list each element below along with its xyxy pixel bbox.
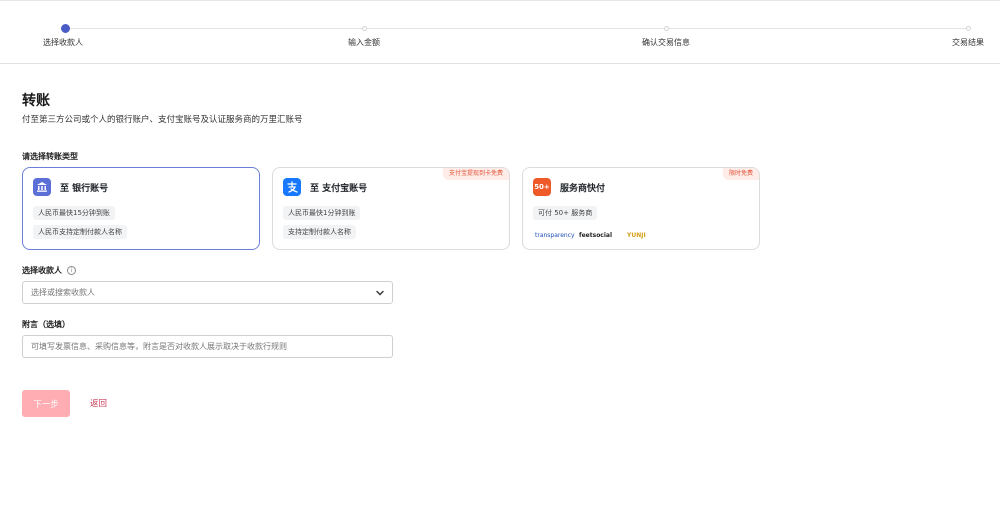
partner-logo-transparency: transparency xyxy=(535,232,575,239)
service-provider-badge: 限时免费 xyxy=(722,168,759,180)
remark-input[interactable] xyxy=(31,336,361,357)
payee-label: 选择收款人 i xyxy=(22,265,76,276)
alipay-tag-speed: 人民币最快1分钟到账 xyxy=(283,206,361,220)
payee-search-input[interactable] xyxy=(31,282,361,303)
transfer-option-service-provider[interactable]: 限时免费 50+ 服务商快付 可付 50+ 服务商 transparency f… xyxy=(522,167,760,250)
service-provider-option-title: 服务商快付 xyxy=(560,184,606,194)
remark-field[interactable] xyxy=(22,335,393,358)
next-step-button[interactable]: 下一步 xyxy=(22,390,70,417)
step-label-amount: 输入金额 xyxy=(348,38,380,47)
step-dot-4 xyxy=(966,26,971,31)
bank-tag-speed: 人民币最快15分钟到账 xyxy=(33,206,115,220)
bank-tag-custom-name: 人民币支持定制付款人名称 xyxy=(33,225,127,239)
info-icon[interactable]: i xyxy=(66,266,76,275)
transfer-type-label: 请选择转账类型 xyxy=(22,152,78,161)
page-subtitle: 付至第三方公司或个人的银行账户、支付宝账号及认证服务商的万里汇账号 xyxy=(22,115,303,125)
transfer-option-alipay[interactable]: 支付宝提现到卡免费 至 支付宝账号 人民币最快1分钟到账 支持定制付款人名称 xyxy=(272,167,510,250)
step-dot-1 xyxy=(61,24,70,33)
step-label-result: 交易结果 xyxy=(952,38,984,47)
back-link[interactable]: 返回 xyxy=(90,397,107,409)
partner-logo-feetsocial: feetsocial xyxy=(579,232,613,239)
step-dot-3 xyxy=(664,26,669,31)
payee-select[interactable] xyxy=(22,281,393,304)
chevron-down-icon[interactable] xyxy=(375,288,385,298)
alipay-option-title: 至 支付宝账号 xyxy=(310,184,368,194)
step-dot-2 xyxy=(362,26,367,31)
alipay-badge: 支付宝提现到卡免费 xyxy=(442,168,509,180)
service-provider-tag-count: 可付 50+ 服务商 xyxy=(533,206,598,220)
remark-label: 附言（选填） xyxy=(22,320,70,329)
bank-icon xyxy=(33,178,51,196)
step-label-select-payee: 选择收款人 xyxy=(43,38,83,47)
payee-label-text: 选择收款人 xyxy=(22,266,62,275)
bank-option-title: 至 银行账号 xyxy=(60,184,109,194)
service-provider-50-icon: 50+ xyxy=(533,178,551,196)
transfer-option-bank[interactable]: 至 银行账号 人民币最快15分钟到账 人民币支持定制付款人名称 xyxy=(22,167,260,250)
alipay-tag-custom-name: 支持定制付款人名称 xyxy=(283,225,356,239)
stepper-track xyxy=(66,28,969,29)
progress-stepper: 选择收款人 输入金额 确认交易信息 交易结果 xyxy=(0,0,1000,64)
step-label-confirm: 确认交易信息 xyxy=(642,38,690,47)
alipay-icon xyxy=(283,178,301,196)
partner-logo-yunji: YUNJI xyxy=(627,232,646,239)
page-title: 转账 xyxy=(22,93,50,109)
